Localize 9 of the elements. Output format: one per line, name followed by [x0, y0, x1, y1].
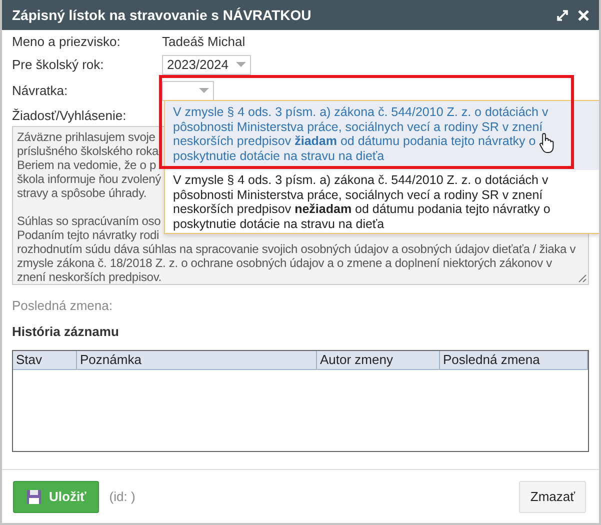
field-label: Meno a priezvisko:	[12, 34, 122, 49]
window-title: Zápisný lístok na stravovanie s NÁVRATKOU	[12, 7, 312, 23]
last-change-label: Posledná zmena:	[12, 298, 114, 313]
field-label: Návratka:	[12, 83, 69, 98]
record-id: (id: )	[109, 489, 136, 504]
field-label: Žiadosť/Vyhlásenie:	[12, 108, 126, 125]
field-label: Pre školský rok:	[12, 57, 105, 72]
name-value: Tadeáš Michal	[162, 34, 246, 49]
section-heading: História záznamu	[12, 324, 120, 339]
